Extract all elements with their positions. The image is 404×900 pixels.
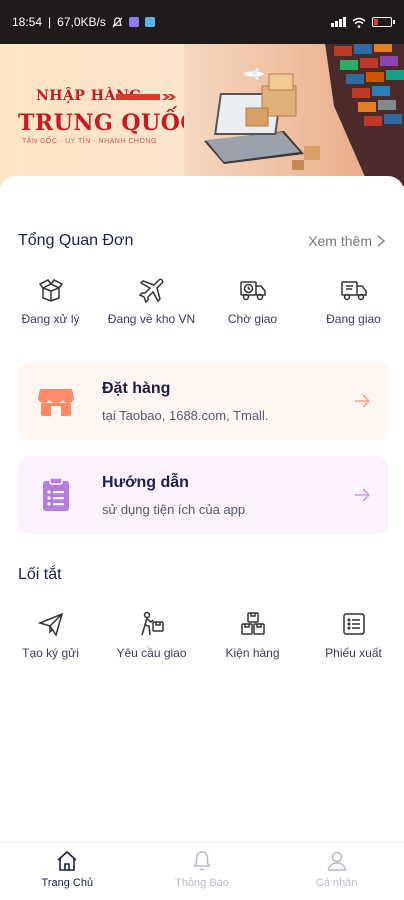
status-awaiting-delivery[interactable]: Chờ giao bbox=[202, 276, 303, 326]
see-more-link[interactable]: Xem thêm bbox=[308, 233, 386, 249]
overview-header: Tổng Quan Đơn Xem thêm bbox=[18, 232, 386, 250]
status-to-vn-warehouse-label: Đang về kho VN bbox=[107, 312, 196, 326]
banner-illustration bbox=[184, 36, 404, 186]
shortcuts-header: Lối tắt bbox=[18, 566, 386, 584]
bottom-navigation: Trang Chủ Thông Báo Cá nhân bbox=[0, 842, 404, 900]
banner-title-line2: TRUNG QUỐC bbox=[18, 110, 199, 136]
status-time: 18:54 bbox=[12, 15, 43, 29]
home-content: Tổng Quan Đơn Xem thêm Đang xử lý Đang v… bbox=[0, 176, 404, 844]
delivery-truck-icon bbox=[340, 281, 367, 301]
home-icon bbox=[57, 850, 77, 871]
status-delivering[interactable]: Đang giao bbox=[303, 276, 404, 326]
status-to-vn-warehouse[interactable]: Đang về kho VN bbox=[101, 276, 202, 326]
nav-home[interactable]: Trang Chủ bbox=[0, 843, 135, 900]
battery-icon bbox=[372, 17, 395, 27]
wifi-icon bbox=[352, 17, 366, 28]
status-processing[interactable]: Đang xử lý bbox=[0, 276, 101, 326]
shortcut-export-slip-label: Phiếu xuất bbox=[325, 646, 382, 660]
banner-arrow-decoration bbox=[116, 94, 176, 100]
nav-profile-label: Cá nhân bbox=[315, 877, 358, 889]
guide-card[interactable]: Hướng dẫn sử dụng tiện ích của app bbox=[18, 456, 388, 534]
order-card[interactable]: Đặt hàng tại Taobao, 1688.com, Tmall. bbox=[18, 362, 388, 440]
shortcuts-title: Lối tắt bbox=[18, 566, 62, 583]
shortcut-delivery-request[interactable]: Yêu cầu giao bbox=[101, 610, 202, 660]
nav-home-label: Trang Chủ bbox=[41, 877, 94, 889]
list-icon bbox=[342, 613, 365, 635]
shortcut-export-slip[interactable]: Phiếu xuất bbox=[303, 610, 404, 660]
box-open-icon bbox=[38, 279, 63, 302]
status-bar: 18:54 | 67,0KB/s bbox=[0, 0, 404, 44]
see-more-label: Xem thêm bbox=[308, 233, 372, 249]
status-awaiting-delivery-label: Chờ giao bbox=[227, 312, 278, 326]
status-speed: 67,0KB/s bbox=[57, 15, 106, 29]
order-card-title: Đặt hàng bbox=[102, 379, 171, 397]
nav-notifications-label: Thông Báo bbox=[175, 877, 229, 889]
nav-profile[interactable]: Cá nhân bbox=[269, 843, 404, 900]
shortcut-packages-label: Kiện hàng bbox=[225, 646, 280, 660]
bell-icon bbox=[193, 851, 211, 871]
signal-icon bbox=[331, 17, 346, 27]
status-delivering-label: Đang giao bbox=[326, 312, 381, 326]
shortcuts-row: Tạo ký gửi Yêu cầu giao Kiện hàng Phiếu … bbox=[0, 610, 404, 660]
store-icon bbox=[38, 389, 74, 416]
shortcut-create-consignment[interactable]: Tạo ký gửi bbox=[0, 610, 101, 660]
boxes-icon bbox=[240, 612, 265, 635]
app-notification-icon bbox=[128, 17, 139, 27]
courier-icon bbox=[140, 611, 164, 636]
status-processing-label: Đang xử lý bbox=[21, 312, 80, 326]
user-icon bbox=[327, 851, 347, 871]
shortcut-create-consignment-label: Tạo ký gửi bbox=[22, 646, 79, 660]
overview-title: Tổng Quan Đơn bbox=[18, 232, 134, 249]
overview-status-row: Đang xử lý Đang về kho VN Chờ giao Đang … bbox=[0, 276, 404, 326]
app-notification-icon-2 bbox=[144, 17, 155, 27]
paper-plane-icon bbox=[37, 612, 63, 637]
guide-card-title: Hướng dẫn bbox=[102, 473, 189, 491]
nav-notifications[interactable]: Thông Báo bbox=[135, 843, 270, 900]
chevron-right-icon bbox=[377, 235, 386, 247]
shortcut-delivery-request-label: Yêu cầu giao bbox=[116, 646, 187, 660]
guide-card-subtitle: sử dụng tiện ích của app bbox=[102, 501, 246, 517]
shortcut-packages[interactable]: Kiện hàng bbox=[202, 610, 303, 660]
mute-bell-icon bbox=[112, 16, 123, 27]
truck-clock-icon bbox=[239, 281, 266, 301]
arrow-right-icon bbox=[355, 394, 370, 408]
arrow-right-icon bbox=[355, 488, 370, 502]
airplane-icon bbox=[138, 278, 163, 304]
banner-tagline: TẬN GỐC · UY TÍN · NHANH CHÓNG bbox=[22, 138, 157, 145]
order-card-subtitle: tại Taobao, 1688.com, Tmall. bbox=[102, 407, 269, 423]
promo-banner[interactable]: NHẬP HÀNG TRUNG QUỐC TẬN GỐC · UY TÍN · … bbox=[0, 36, 404, 186]
clipboard-icon bbox=[43, 477, 69, 511]
